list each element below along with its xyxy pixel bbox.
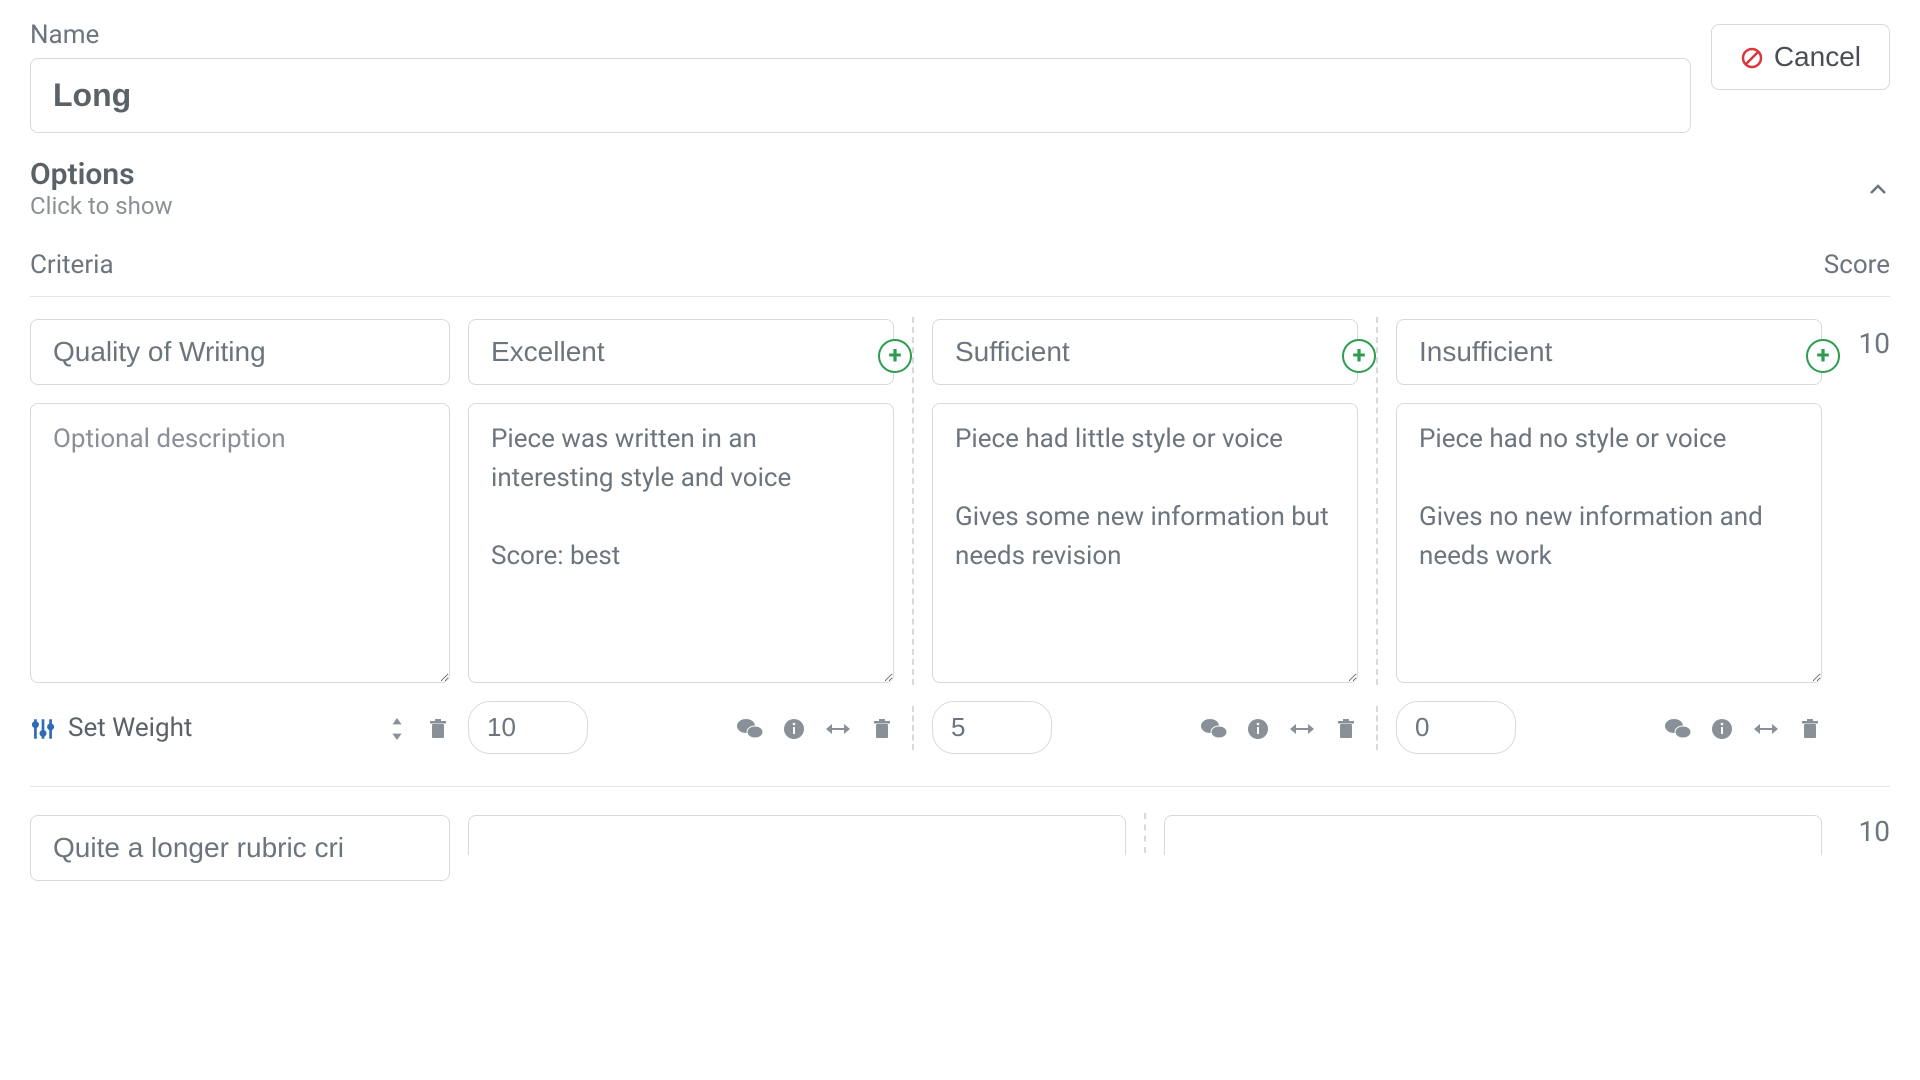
level-separator: [1376, 317, 1378, 685]
trash-icon[interactable]: [426, 713, 450, 742]
info-icon[interactable]: [782, 714, 806, 742]
level-title-input[interactable]: [468, 319, 894, 385]
criterion-score: 10: [1859, 327, 1890, 360]
cancel-label: Cancel: [1774, 41, 1861, 73]
resize-horizontal-icon[interactable]: [824, 714, 852, 742]
add-level-button[interactable]: +: [1342, 339, 1376, 373]
comments-icon[interactable]: [1200, 714, 1228, 742]
level-col-partial[interactable]: [468, 815, 1126, 855]
trash-icon[interactable]: [1334, 713, 1358, 742]
level-desc-textarea[interactable]: [1396, 403, 1822, 683]
level-separator: [912, 706, 914, 750]
add-level-button[interactable]: +: [1806, 339, 1840, 373]
criterion-title-input[interactable]: [30, 319, 450, 385]
set-weight-button[interactable]: Set Weight: [30, 713, 192, 743]
level-desc-textarea[interactable]: [932, 403, 1358, 683]
resize-horizontal-icon[interactable]: [1288, 714, 1316, 742]
level-separator: [1144, 813, 1146, 853]
reorder-icon[interactable]: [386, 713, 408, 742]
points-input[interactable]: [932, 701, 1052, 754]
criteria-header: Criteria: [30, 250, 114, 280]
criterion-score: 10: [1840, 815, 1890, 848]
points-input[interactable]: [1396, 701, 1516, 754]
cancel-icon: [1740, 43, 1764, 71]
level-title-input[interactable]: [932, 319, 1358, 385]
options-title[interactable]: Options: [30, 157, 173, 192]
cancel-button[interactable]: Cancel: [1711, 24, 1890, 90]
resize-horizontal-icon[interactable]: [1752, 714, 1780, 742]
add-level-button[interactable]: +: [878, 339, 912, 373]
name-label: Name: [30, 20, 1691, 50]
points-input[interactable]: [468, 701, 588, 754]
level-col-partial[interactable]: [1164, 815, 1822, 855]
info-icon[interactable]: [1246, 714, 1270, 742]
trash-icon[interactable]: [870, 713, 894, 742]
comments-icon[interactable]: [736, 714, 764, 742]
name-input[interactable]: [30, 58, 1691, 133]
options-subtitle[interactable]: Click to show: [30, 192, 173, 220]
chevron-up-icon[interactable]: [1866, 174, 1890, 204]
criterion-divider: [30, 786, 1890, 787]
comments-icon[interactable]: [1664, 714, 1692, 742]
set-weight-label: Set Weight: [68, 713, 192, 743]
level-separator: [912, 317, 914, 685]
sliders-icon: [30, 713, 56, 743]
criterion-title-input[interactable]: [30, 815, 450, 881]
info-icon[interactable]: [1710, 714, 1734, 742]
score-header: Score: [1824, 250, 1890, 280]
level-separator: [1376, 706, 1378, 750]
level-title-input[interactable]: [1396, 319, 1822, 385]
criterion-desc-textarea[interactable]: [30, 403, 450, 683]
trash-icon[interactable]: [1798, 713, 1822, 742]
level-desc-textarea[interactable]: [468, 403, 894, 683]
